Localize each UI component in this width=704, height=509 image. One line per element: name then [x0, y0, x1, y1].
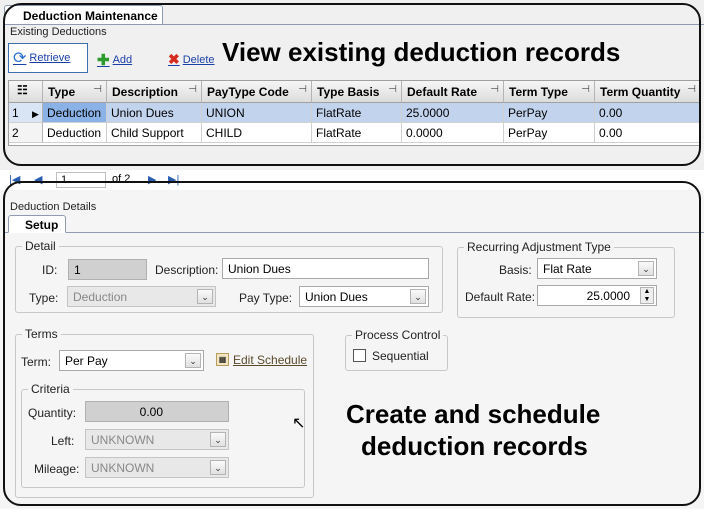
annotation-create-line1: Create and schedule [346, 399, 601, 429]
top-callout-border [3, 3, 701, 166]
annotation-view-records: View existing deduction records [222, 37, 621, 67]
bottom-callout-border [3, 181, 701, 506]
annotation-create-line2: deduction records [361, 431, 588, 461]
